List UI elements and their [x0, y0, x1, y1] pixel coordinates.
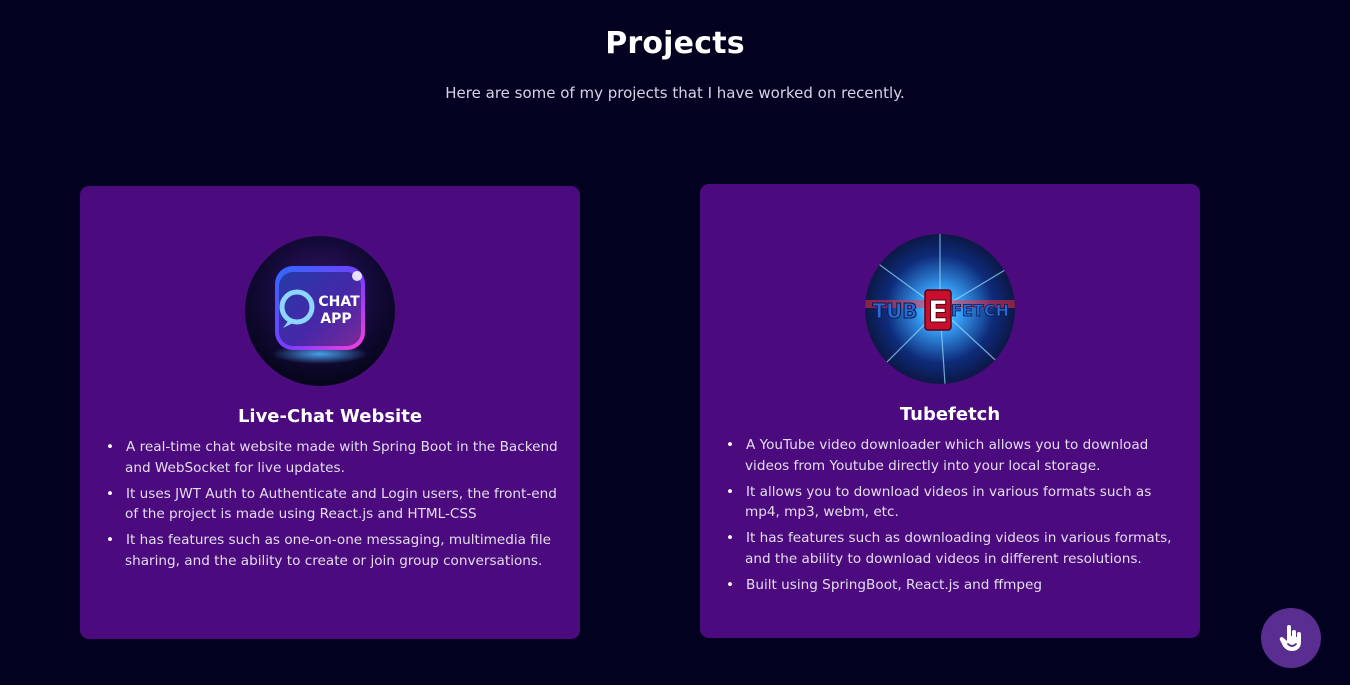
hand-pointer-icon — [1279, 625, 1301, 651]
list-item: It allows you to download videos in vari… — [725, 482, 1180, 523]
project-card-tubefetch: TUB E FETCH Tubefetch A YouTube video do… — [700, 184, 1200, 638]
project-feature-list: A real-time chat website made with Sprin… — [105, 437, 560, 577]
tubefetch-logo-text-3: FETCH — [951, 301, 1009, 320]
list-item: A real-time chat website made with Sprin… — [105, 437, 560, 478]
list-item: It has features such as one-on-one messa… — [105, 530, 560, 571]
project-feature-list: A YouTube video downloader which allows … — [725, 435, 1180, 601]
list-item: A YouTube video downloader which allows … — [725, 435, 1180, 476]
tubefetch-logo-text-1: TUB — [872, 299, 917, 323]
project-title: Live-Chat Website — [237, 406, 423, 427]
project-card-live-chat: CHAT APP Live-Chat Website A real-time c… — [80, 186, 580, 639]
tubefetch-logo: TUB E FETCH — [865, 234, 1015, 384]
list-item: Built using SpringBoot, React.js and ffm… — [725, 575, 1180, 596]
section-subtitle: Here are some of my projects that I have… — [445, 84, 905, 102]
list-item: It has features such as downloading vide… — [725, 528, 1180, 569]
chat-logo-text-1: CHAT — [318, 294, 360, 310]
section-title: Projects — [605, 26, 745, 61]
chat-logo-text-2: APP — [320, 311, 351, 327]
project-title: Tubefetch — [899, 404, 1001, 425]
tubefetch-logo-text-2: E — [928, 295, 949, 330]
help-button[interactable] — [1261, 608, 1321, 668]
projects-section: Projects Here are some of my projects th… — [0, 0, 1350, 685]
chat-app-logo: CHAT APP — [245, 236, 395, 386]
list-item: It uses JWT Auth to Authenticate and Log… — [105, 484, 560, 525]
